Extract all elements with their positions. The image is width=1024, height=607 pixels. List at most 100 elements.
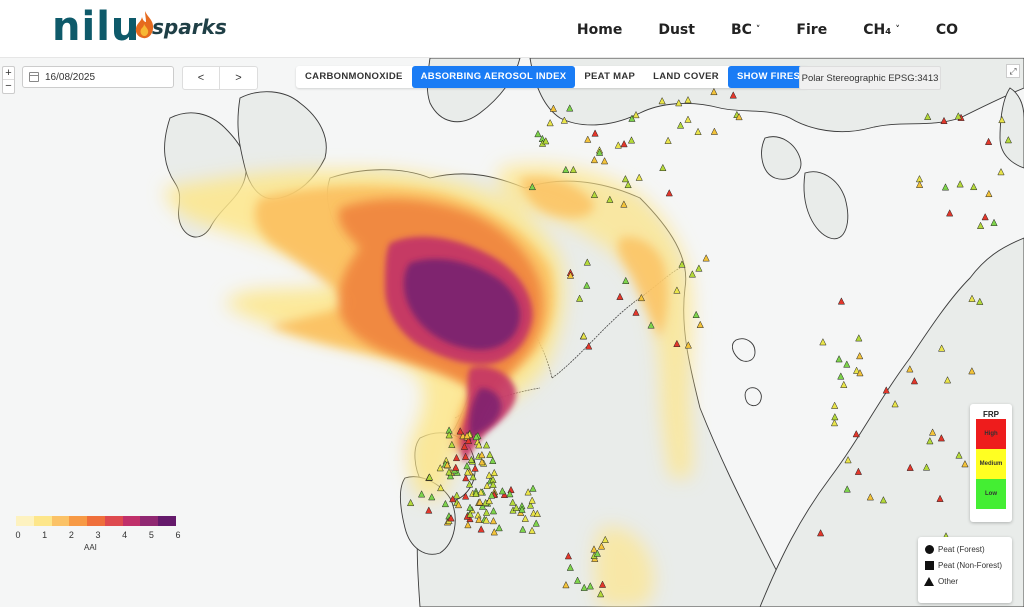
map-view[interactable]: + − 16/08/2025 < > CARBONMONOXIDE ABSORBI… — [0, 58, 1024, 607]
fire-marker[interactable] — [981, 212, 989, 221]
fire-marker[interactable] — [831, 401, 839, 409]
aai-color-swatch — [33, 516, 52, 526]
aai-color-swatch — [158, 516, 177, 526]
fire-marker[interactable] — [621, 174, 630, 183]
expand-icon[interactable]: ⤢ — [1006, 64, 1020, 78]
zoom-in-button[interactable]: + — [3, 67, 14, 80]
nav-4[interactable]: CH₄ ˅ — [863, 22, 900, 38]
zoom-out-button[interactable]: − — [3, 80, 14, 93]
nav-label: Home — [576, 22, 623, 38]
fire-marker[interactable] — [584, 135, 592, 143]
fire-marker[interactable] — [843, 360, 851, 368]
nav-1[interactable]: Dust — [658, 22, 695, 38]
aai-color-swatch — [51, 516, 70, 526]
fire-marker[interactable] — [696, 320, 704, 328]
fire-marker[interactable] — [614, 141, 622, 149]
fire-marker[interactable] — [665, 189, 673, 197]
circle-icon — [924, 544, 934, 554]
fire-marker[interactable] — [664, 136, 672, 144]
fire-marker[interactable] — [546, 118, 554, 127]
nav-3[interactable]: Fire — [796, 22, 827, 38]
aai-color-swatch — [122, 516, 141, 526]
date-picker[interactable]: 16/08/2025 — [22, 66, 174, 88]
fire-marker[interactable] — [856, 351, 864, 360]
fire-marker[interactable] — [984, 137, 993, 145]
fire-marker[interactable] — [819, 338, 827, 346]
chevron-down-icon: ˅ — [755, 25, 761, 35]
prev-date-button[interactable]: < — [183, 67, 220, 89]
fire-marker[interactable] — [946, 209, 954, 217]
fire-marker[interactable] — [692, 310, 700, 318]
legend-peat-forest: Peat (Forest) — [924, 541, 1012, 557]
frp-medium: Medium — [976, 449, 1006, 479]
nav-0[interactable]: Home — [577, 22, 622, 38]
fire-marker[interactable] — [956, 180, 964, 188]
fire-marker[interactable] — [976, 221, 985, 229]
aai-label: AAI — [84, 543, 97, 552]
fire-marker[interactable] — [985, 189, 993, 198]
fire-marker[interactable] — [835, 355, 843, 363]
fire-marker[interactable] — [831, 412, 839, 421]
fire-marker[interactable] — [624, 180, 632, 189]
fire-marker[interactable] — [635, 173, 643, 181]
nav-label: CH₄ — [863, 22, 892, 38]
aai-tick-label: 0 — [15, 530, 21, 540]
sparks-logo[interactable]: sparks — [134, 10, 227, 40]
frp-low: Low — [976, 479, 1006, 509]
fire-marker[interactable] — [830, 418, 839, 427]
projection-label[interactable]: Polar Stereographic EPSG:3413 — [799, 66, 941, 90]
fire-marker[interactable] — [970, 182, 978, 191]
fire-marker[interactable] — [694, 127, 702, 135]
marker-legend: Peat (Forest) Peat (Non-Forest) Other — [918, 537, 1012, 603]
fire-marker[interactable] — [676, 121, 685, 129]
aai-color-swatch — [140, 516, 159, 526]
fire-marker[interactable] — [710, 127, 718, 135]
fire-marker[interactable] — [837, 372, 845, 380]
legend-peat-non-forest: Peat (Non-Forest) — [924, 557, 1012, 573]
fire-marker[interactable] — [659, 163, 667, 172]
nav-label: BC — [730, 22, 752, 38]
nav-2[interactable]: BC ˅ — [731, 22, 760, 38]
nav-5[interactable]: CO — [936, 22, 958, 38]
fire-marker[interactable] — [591, 129, 599, 137]
sparks-logo-text: sparks — [152, 15, 227, 39]
frp-legend: FRP High Medium Low — [970, 404, 1012, 522]
aai-color-swatch — [16, 516, 34, 526]
fire-marker[interactable] — [852, 429, 860, 438]
nilu-logo[interactable]: nilu — [52, 4, 140, 50]
fire-marker[interactable] — [997, 167, 1005, 176]
layer-button-2[interactable]: PEAT MAP — [575, 66, 644, 88]
zoom-control: + − — [2, 66, 15, 94]
fire-marker[interactable] — [837, 297, 846, 305]
layer-button-4[interactable]: SHOW FIRES — [727, 66, 810, 88]
layer-button-3[interactable]: LAND COVER — [644, 66, 728, 88]
aai-tick-label: 2 — [68, 530, 74, 540]
fire-marker[interactable] — [855, 334, 863, 342]
chevron-down-icon: ˅ — [895, 25, 900, 35]
fire-marker[interactable] — [534, 129, 542, 138]
layer-button-1[interactable]: ABSORBING AEROSOL INDEX — [411, 66, 576, 88]
frp-high: High — [976, 419, 1006, 449]
frp-legend-title: FRP — [983, 410, 999, 419]
fire-marker[interactable] — [620, 139, 628, 148]
main-nav: Home Dust BC ˅ Fire CH₄ ˅ CO — [541, 22, 958, 38]
fire-marker[interactable] — [688, 270, 696, 278]
fire-marker[interactable] — [840, 380, 848, 388]
next-date-button[interactable]: > — [220, 67, 257, 89]
nav-label: Fire — [796, 22, 828, 38]
east-island-1 — [761, 136, 802, 180]
small-lake-1 — [731, 338, 756, 362]
fire-marker[interactable] — [695, 264, 703, 272]
fire-marker[interactable] — [702, 254, 710, 262]
aai-tick-label: 3 — [95, 530, 101, 540]
east-island-3 — [999, 87, 1024, 169]
nav-label: Dust — [658, 22, 695, 38]
fire-marker[interactable] — [990, 218, 998, 226]
fire-marker[interactable] — [627, 136, 636, 144]
fire-marker[interactable] — [600, 157, 609, 165]
aai-tick-label: 5 — [148, 530, 154, 540]
fire-marker[interactable] — [590, 155, 599, 164]
fire-marker[interactable] — [684, 115, 692, 123]
layer-button-0[interactable]: CARBONMONOXIDE — [296, 66, 412, 88]
fire-marker[interactable] — [941, 183, 950, 191]
